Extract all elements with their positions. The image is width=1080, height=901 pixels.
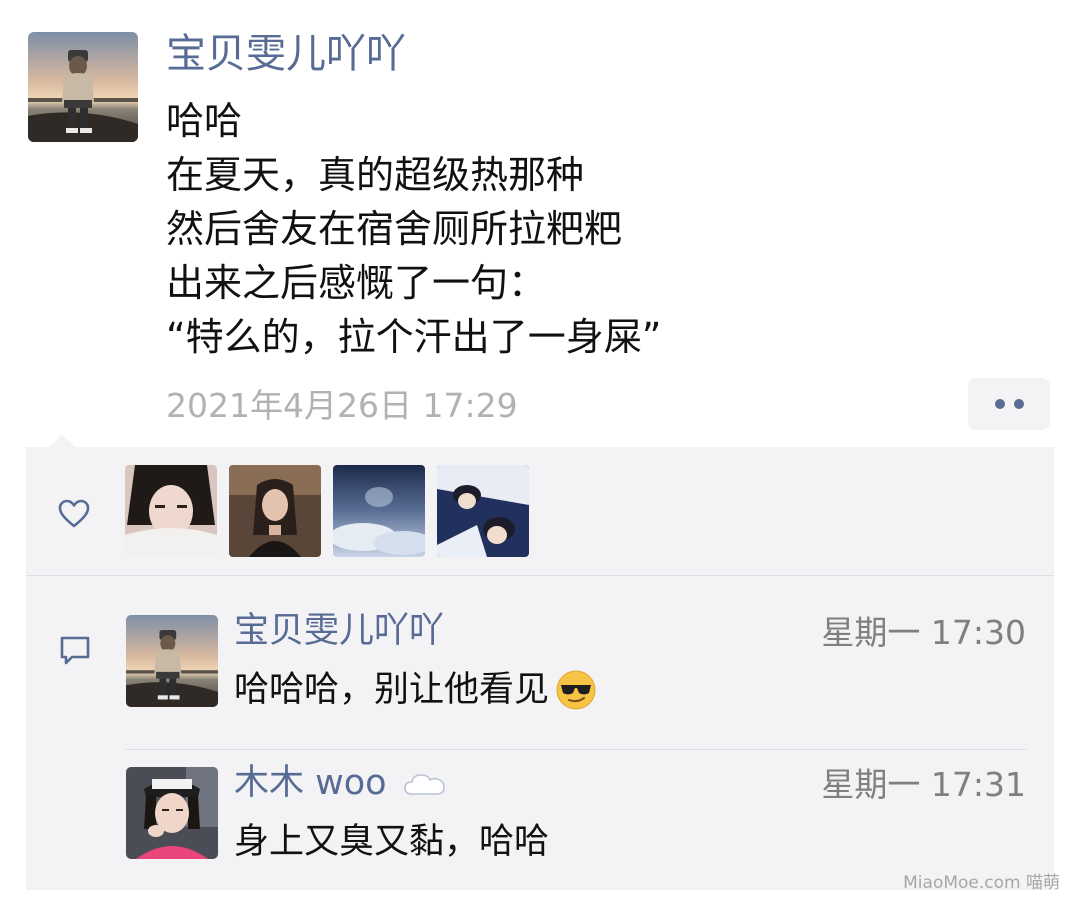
post-text: 哈哈 在夏天，真的超级热那种 然后舍友在宿舍厕所拉粑粑 出来之后感慨了一句： “… [166, 94, 1046, 364]
post-content: 宝贝雯儿吖吖 哈哈 在夏天，真的超级热那种 然后舍友在宿舍厕所拉粑粑 出来之后感… [166, 28, 1046, 364]
more-actions-button[interactable] [968, 378, 1050, 430]
comment-text-content: 哈哈哈，别让他看见 [234, 670, 550, 710]
dot-icon [994, 399, 1005, 409]
commenter-name[interactable]: 木木 woo [234, 761, 448, 805]
comment-text: 身上又臭又黏，哈哈 [234, 819, 549, 865]
comment-time: 星期一 17:30 [821, 613, 1026, 652]
like-avatar-4[interactable] [437, 465, 529, 557]
post-line: 在夏天，真的超级热那种 [166, 153, 585, 197]
watermark: MiaoMoe.com 喵萌 [903, 873, 1060, 893]
post-line: 然后舍友在宿舍厕所拉粑粑 [166, 207, 623, 251]
comment-item[interactable]: 木木 woo 星期一 17:31 身上又臭又黏，哈哈 [126, 763, 1026, 865]
heart-icon [58, 499, 90, 528]
post-author-avatar[interactable] [28, 32, 138, 142]
comment-text: 哈哈哈，别让他看见 [234, 667, 597, 713]
post-line: 哈哈 [166, 99, 243, 143]
cloud-icon [403, 774, 445, 795]
commenter-name-text: 木木 woo [234, 763, 387, 803]
comment-item[interactable]: 宝贝雯儿吖吖 星期一 17:30 哈哈哈，别让他看见 [126, 611, 1026, 713]
likes-row [26, 447, 1054, 575]
comment-time: 星期一 17:31 [821, 765, 1026, 804]
post-author-name[interactable]: 宝贝雯儿吖吖 [166, 28, 1046, 80]
dot-icon [1013, 399, 1024, 409]
like-avatar-3[interactable] [333, 465, 425, 557]
sunglasses-emoji-icon [556, 670, 596, 710]
comment-icon [60, 636, 90, 665]
commenter-avatar[interactable] [126, 615, 218, 707]
divider [126, 749, 1026, 750]
commenter-name[interactable]: 宝贝雯儿吖吖 [234, 609, 444, 653]
post-timestamp: 2021年4月26日 17:29 [166, 386, 518, 425]
like-avatar-1[interactable] [125, 465, 217, 557]
comment-text-content: 身上又臭又黏，哈哈 [234, 822, 550, 862]
post-line: 出来之后感慨了一句： [166, 261, 547, 305]
like-avatar-2[interactable] [229, 465, 321, 557]
divider [26, 575, 1054, 576]
post-line: “特么的，拉个汗出了一身屎” [166, 315, 662, 359]
interaction-panel: 宝贝雯儿吖吖 星期一 17:30 哈哈哈，别让他看见 木木 woo 星期一 17… [26, 447, 1054, 890]
commenter-avatar[interactable] [126, 767, 218, 859]
